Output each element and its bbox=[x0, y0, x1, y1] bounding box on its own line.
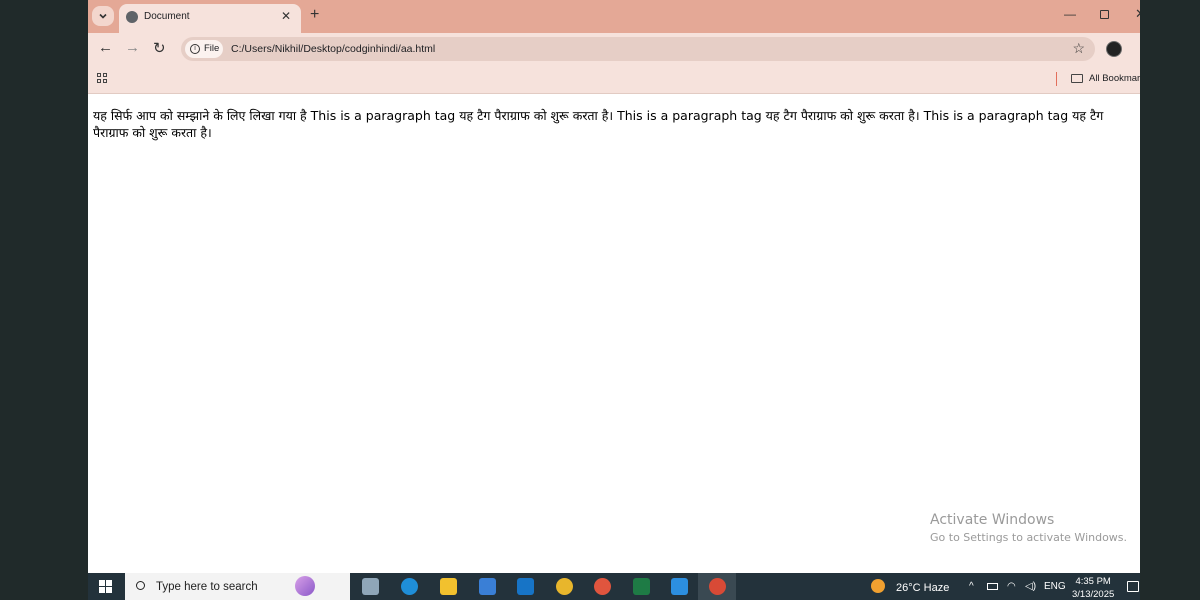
windows-start-icon[interactable] bbox=[99, 580, 112, 593]
browser-window: Document ✕ + — ✕ ← → ↻ i File C:/Users/N… bbox=[88, 0, 1140, 573]
tab-strip: Document ✕ + — ✕ bbox=[88, 0, 1140, 33]
all-bookmarks-button[interactable]: All Bookmarks bbox=[1089, 73, 1140, 84]
clock[interactable]: 4:35 PM 3/13/2025 bbox=[1072, 575, 1114, 600]
clock-time: 4:35 PM bbox=[1075, 576, 1111, 587]
folder-icon bbox=[1071, 74, 1083, 83]
activation-watermark: Activate Windows Go to Settings to activ… bbox=[930, 512, 1127, 544]
edge-icon[interactable] bbox=[401, 578, 418, 595]
chrome-active-icon[interactable] bbox=[709, 578, 726, 595]
watermark-title: Activate Windows bbox=[930, 512, 1055, 528]
taskbar: Type here to search 26°C Haze ^ ◠ ◁) ENG… bbox=[88, 573, 1140, 600]
vscode-icon[interactable] bbox=[671, 578, 688, 595]
new-tab-button[interactable]: + bbox=[310, 6, 319, 24]
clock-date: 3/13/2025 bbox=[1072, 589, 1115, 600]
notification-icon[interactable] bbox=[1127, 581, 1139, 592]
apps-icon[interactable] bbox=[97, 73, 108, 84]
chrome-profile-icon[interactable] bbox=[594, 578, 611, 595]
minimize-icon[interactable]: — bbox=[1064, 7, 1076, 21]
task-view-icon[interactable] bbox=[362, 578, 379, 595]
restore-icon[interactable] bbox=[1100, 10, 1109, 19]
page-paragraph: यह सिर्फ आप को सम्झाने के लिए लिखा गया ह… bbox=[93, 108, 1104, 140]
url-text[interactable]: C:/Users/Nikhil/Desktop/codginhindi/aa.h… bbox=[231, 43, 435, 55]
excel-icon[interactable] bbox=[633, 578, 650, 595]
taskbar-search-box[interactable]: Type here to search bbox=[125, 573, 350, 600]
tab-title: Document bbox=[144, 11, 190, 22]
profile-avatar[interactable] bbox=[1106, 41, 1122, 57]
address-bar[interactable]: i File C:/Users/Nikhil/Desktop/codginhin… bbox=[181, 37, 1095, 61]
bookmarks-divider bbox=[1056, 72, 1057, 86]
chevron-down-icon bbox=[99, 13, 107, 19]
info-icon: i bbox=[190, 44, 200, 54]
network-icon[interactable]: ◠ bbox=[1007, 581, 1016, 592]
language-indicator[interactable]: ENG bbox=[1044, 581, 1066, 592]
toolbar: ← → ↻ i File C:/Users/Nikhil/Desktop/cod… bbox=[88, 33, 1140, 65]
weather-icon[interactable] bbox=[871, 579, 885, 593]
globe-icon bbox=[126, 11, 138, 23]
bookmarks-bar: All Bookmarks bbox=[88, 65, 1140, 94]
search-highlight-icon bbox=[295, 576, 315, 596]
chevron-up-icon[interactable]: ^ bbox=[969, 581, 974, 592]
chrome-icon[interactable] bbox=[556, 578, 573, 595]
reload-button[interactable]: ↻ bbox=[153, 39, 166, 57]
file-label: File bbox=[204, 43, 220, 54]
back-button[interactable]: ← bbox=[98, 39, 113, 56]
search-icon bbox=[136, 581, 145, 590]
forward-button[interactable]: → bbox=[125, 39, 140, 56]
outlook-icon[interactable] bbox=[517, 578, 534, 595]
window-close-icon[interactable]: ✕ bbox=[1135, 6, 1140, 22]
file-explorer-icon[interactable] bbox=[440, 578, 457, 595]
store-icon[interactable] bbox=[479, 578, 496, 595]
battery-icon[interactable] bbox=[987, 583, 998, 590]
volume-icon[interactable]: ◁) bbox=[1025, 581, 1036, 592]
weather-text[interactable]: 26°C Haze bbox=[896, 582, 949, 594]
tab-document[interactable]: Document ✕ bbox=[119, 4, 301, 33]
bookmark-star-icon[interactable]: ☆ bbox=[1072, 40, 1085, 57]
close-tab-icon[interactable]: ✕ bbox=[281, 9, 291, 23]
tab-search-button[interactable] bbox=[92, 6, 114, 26]
watermark-subtitle: Go to Settings to activate Windows. bbox=[930, 531, 1128, 544]
search-placeholder: Type here to search bbox=[156, 581, 258, 593]
site-info-chip[interactable]: i File bbox=[185, 40, 223, 58]
